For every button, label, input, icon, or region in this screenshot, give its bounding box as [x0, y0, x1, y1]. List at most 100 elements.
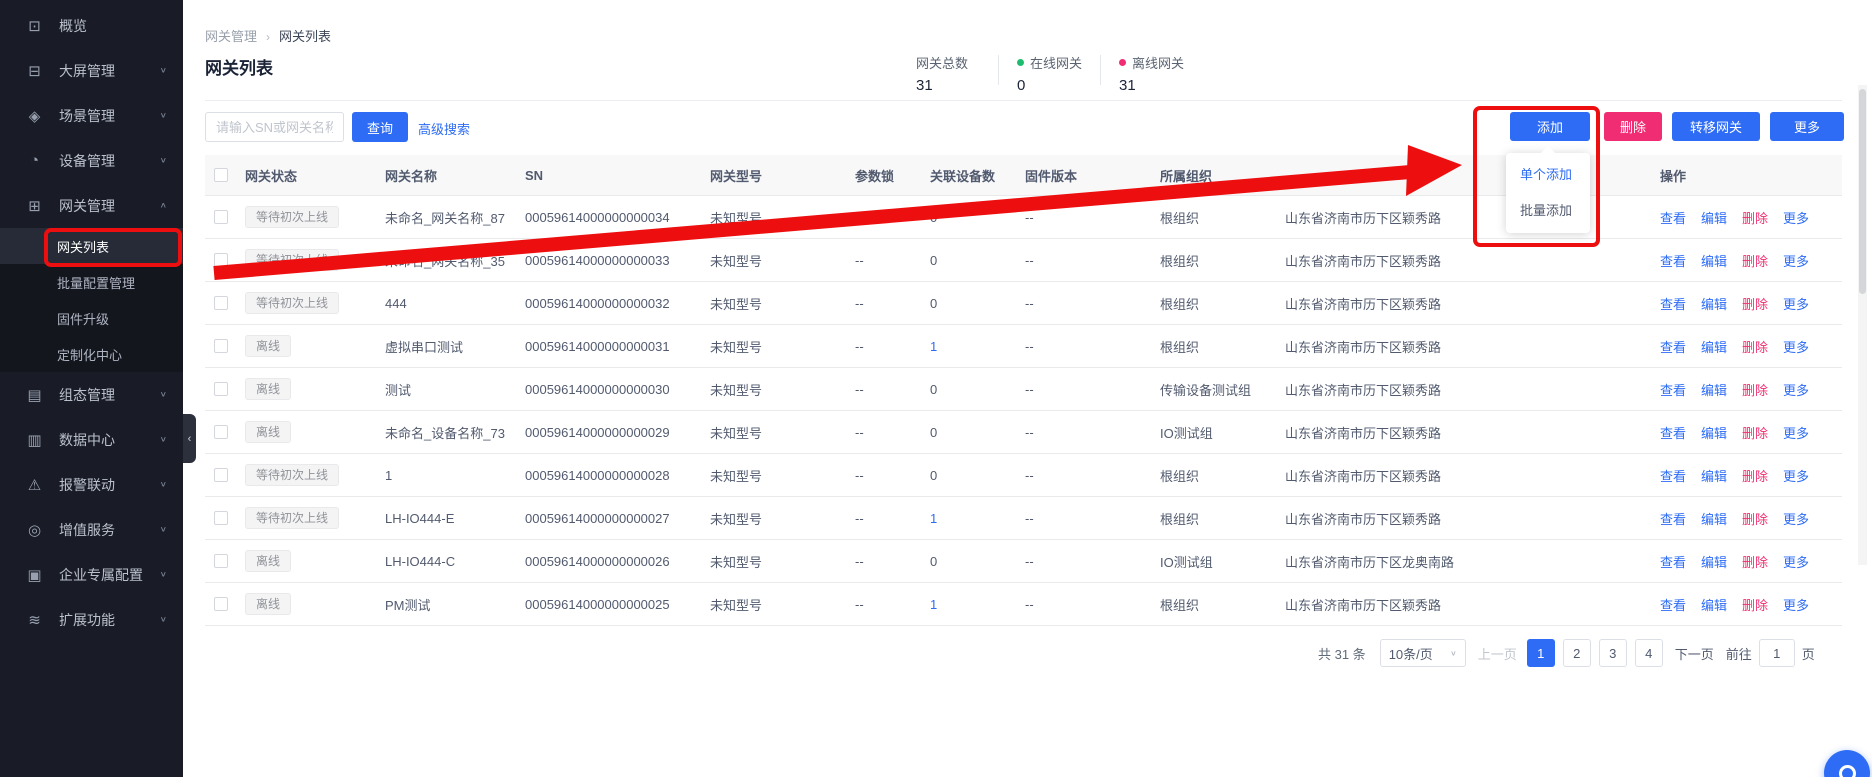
query-button[interactable]: 查询: [352, 112, 408, 142]
delete-row-link[interactable]: 删除: [1742, 469, 1768, 484]
linked-devices-count[interactable]: 1: [930, 597, 937, 612]
edit-row-link[interactable]: 编辑: [1701, 512, 1727, 527]
scrollbar-thumb[interactable]: [1859, 89, 1866, 294]
more-row-link[interactable]: 更多: [1783, 555, 1809, 570]
table-header-cell: 所属组织: [1160, 166, 1285, 185]
select-all-checkbox[interactable]: [214, 168, 228, 182]
delete-row-link[interactable]: 删除: [1742, 383, 1768, 398]
view-row-link[interactable]: 查看: [1660, 254, 1686, 269]
row-checkbox[interactable]: [214, 253, 228, 267]
row-checkbox[interactable]: [214, 597, 228, 611]
view-row-link[interactable]: 查看: [1660, 555, 1686, 570]
delete-button[interactable]: 删除: [1604, 112, 1662, 141]
edit-row-link[interactable]: 编辑: [1701, 340, 1727, 355]
add-button[interactable]: 添加: [1510, 112, 1590, 141]
next-page-button[interactable]: 下一页: [1675, 644, 1714, 663]
more-row-link[interactable]: 更多: [1783, 340, 1809, 355]
sidebar-item-firmware-upgrade[interactable]: 固件升级: [0, 300, 183, 336]
row-checkbox[interactable]: [214, 296, 228, 310]
edit-row-link[interactable]: 编辑: [1701, 383, 1727, 398]
delete-row-link[interactable]: 删除: [1742, 512, 1768, 527]
view-row-link[interactable]: 查看: [1660, 512, 1686, 527]
sidebar-item-batch-config-mgmt[interactable]: 批量配置管理: [0, 264, 183, 300]
prev-page-button[interactable]: 上一页: [1478, 644, 1517, 663]
more-row-link[interactable]: 更多: [1783, 598, 1809, 613]
dropdown-item-batch-add[interactable]: 批量添加: [1506, 193, 1590, 229]
gateway-status-cell: 离线: [245, 378, 385, 400]
sidebar-item-extended-features[interactable]: ≋扩展功能∨: [0, 597, 183, 642]
delete-row-link[interactable]: 删除: [1742, 297, 1768, 312]
more-row-link[interactable]: 更多: [1783, 211, 1809, 226]
view-row-link[interactable]: 查看: [1660, 426, 1686, 441]
row-checkbox[interactable]: [214, 554, 228, 568]
search-input[interactable]: [205, 112, 344, 142]
page-size-select[interactable]: 10条/页 ∨: [1380, 639, 1466, 667]
more-row-link[interactable]: 更多: [1783, 383, 1809, 398]
sidebar-item-enterprise-config[interactable]: ▣企业专属配置∨: [0, 552, 183, 597]
page-number-1[interactable]: 1: [1527, 639, 1555, 667]
sidebar-item-gateway-list[interactable]: 网关列表: [0, 228, 183, 264]
more-row-link[interactable]: 更多: [1783, 469, 1809, 484]
edit-row-link[interactable]: 编辑: [1701, 297, 1727, 312]
sidebar-item-screen-mgmt[interactable]: ⊟大屏管理∨: [0, 48, 183, 93]
table-header-cell: 操作: [1660, 166, 1842, 185]
firmware-cell: --: [1025, 253, 1160, 268]
goto-page-input[interactable]: [1759, 639, 1795, 667]
row-checkbox[interactable]: [214, 425, 228, 439]
page-number-4[interactable]: 4: [1635, 639, 1663, 667]
overview-icon: ⊡: [25, 17, 44, 35]
delete-row-link[interactable]: 删除: [1742, 340, 1768, 355]
view-row-link[interactable]: 查看: [1660, 340, 1686, 355]
gateway-status-cell: 等待初次上线: [245, 507, 385, 529]
sidebar-item-overview[interactable]: ⊡概览: [0, 3, 183, 48]
delete-row-link[interactable]: 删除: [1742, 426, 1768, 441]
linked-devices-count[interactable]: 1: [930, 339, 937, 354]
more-row-link[interactable]: 更多: [1783, 426, 1809, 441]
support-float-button[interactable]: [1824, 750, 1870, 777]
edit-row-link[interactable]: 编辑: [1701, 469, 1727, 484]
sn-cell: 00059614000000000031: [525, 339, 710, 354]
edit-row-link[interactable]: 编辑: [1701, 211, 1727, 226]
sidebar-item-data-center[interactable]: ▥数据中心∨: [0, 417, 183, 462]
sidebar-item-value-added-service[interactable]: ◎增值服务∨: [0, 507, 183, 552]
more-button[interactable]: 更多: [1770, 112, 1844, 141]
linked-devices-count[interactable]: 1: [930, 511, 937, 526]
firmware-cell: --: [1025, 554, 1160, 569]
view-row-link[interactable]: 查看: [1660, 211, 1686, 226]
row-checkbox-cell: [205, 554, 245, 568]
delete-row-link[interactable]: 删除: [1742, 555, 1768, 570]
vertical-scrollbar[interactable]: [1858, 85, 1867, 565]
breadcrumb-parent[interactable]: 网关管理: [205, 29, 257, 44]
sidebar-item-alarm-linkage[interactable]: ⚠报警联动∨: [0, 462, 183, 507]
view-row-link[interactable]: 查看: [1660, 383, 1686, 398]
more-row-link[interactable]: 更多: [1783, 254, 1809, 269]
page-number-3[interactable]: 3: [1599, 639, 1627, 667]
row-checkbox[interactable]: [214, 210, 228, 224]
delete-row-link[interactable]: 删除: [1742, 211, 1768, 226]
view-row-link[interactable]: 查看: [1660, 297, 1686, 312]
row-checkbox[interactable]: [214, 468, 228, 482]
row-checkbox[interactable]: [214, 511, 228, 525]
sidebar-item-scada-mgmt[interactable]: ▤组态管理∨: [0, 372, 183, 417]
sidebar-item-scene-mgmt[interactable]: ◈场景管理∨: [0, 93, 183, 138]
more-row-link[interactable]: 更多: [1783, 297, 1809, 312]
advanced-search-link[interactable]: 高级搜索: [418, 119, 470, 138]
view-row-link[interactable]: 查看: [1660, 469, 1686, 484]
view-row-link[interactable]: 查看: [1660, 598, 1686, 613]
sidebar-collapse-handle[interactable]: ‹: [183, 414, 196, 463]
row-checkbox[interactable]: [214, 339, 228, 353]
row-checkbox[interactable]: [214, 382, 228, 396]
transfer-gateway-button[interactable]: 转移网关: [1672, 112, 1760, 141]
edit-row-link[interactable]: 编辑: [1701, 598, 1727, 613]
edit-row-link[interactable]: 编辑: [1701, 555, 1727, 570]
sidebar-item-customization-center[interactable]: 定制化中心: [0, 336, 183, 372]
delete-row-link[interactable]: 删除: [1742, 254, 1768, 269]
sidebar-item-gateway-mgmt[interactable]: ⊞网关管理∧: [0, 183, 183, 228]
edit-row-link[interactable]: 编辑: [1701, 254, 1727, 269]
dropdown-item-single-add[interactable]: 单个添加: [1506, 157, 1590, 193]
sidebar-item-device-mgmt[interactable]: ◔设备管理∨: [0, 138, 183, 183]
edit-row-link[interactable]: 编辑: [1701, 426, 1727, 441]
page-number-2[interactable]: 2: [1563, 639, 1591, 667]
delete-row-link[interactable]: 删除: [1742, 598, 1768, 613]
more-row-link[interactable]: 更多: [1783, 512, 1809, 527]
